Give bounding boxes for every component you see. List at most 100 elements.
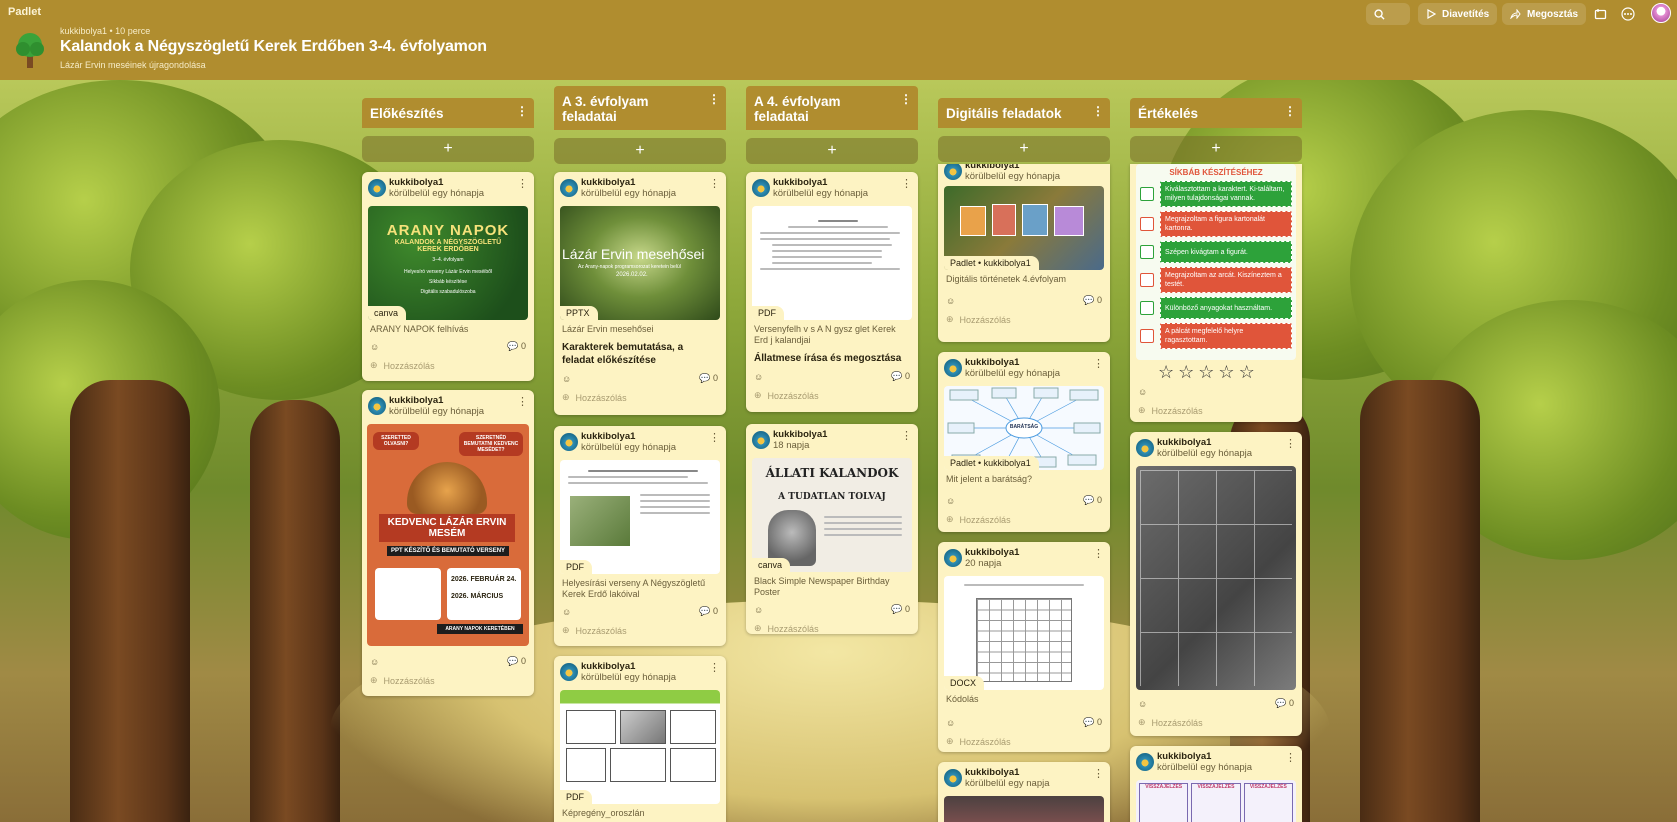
add-post-button[interactable]: + bbox=[554, 138, 726, 164]
add-comment-field[interactable]: ⊕ Hozzászólás bbox=[938, 306, 1110, 333]
add-post-button[interactable]: + bbox=[362, 136, 534, 162]
post-attachment-thumbnail[interactable]: ARANY NAPOK KALANDOK A NÉGYSZÖGLETŰ KERE… bbox=[368, 206, 528, 320]
post-image[interactable]: SÍKBÁB KÉSZÍTÉSÉHEZ Kiválasztottam a kar… bbox=[1136, 164, 1296, 360]
add-post-button[interactable]: + bbox=[938, 136, 1110, 162]
post-card[interactable]: kukkibolya1 körülbelül egy hónapja Padle… bbox=[938, 164, 1110, 342]
reaction-icon[interactable]: ☺ bbox=[754, 372, 763, 382]
post-menu-icon[interactable]: ⋮ bbox=[709, 431, 720, 444]
column-menu-icon[interactable]: ⋮ bbox=[1092, 104, 1104, 119]
post-card[interactable]: kukkibolya1 körülbelül egy napja ⋮ bbox=[938, 762, 1110, 822]
post-menu-icon[interactable]: ⋮ bbox=[709, 177, 720, 190]
post-card[interactable]: kukkibolya1 körülbelül egy hónapja ⋮ Láz… bbox=[554, 172, 726, 415]
remake-button[interactable] bbox=[1588, 3, 1612, 25]
star-icon[interactable]: ☆ bbox=[1239, 362, 1255, 383]
reaction-icon[interactable]: ☺ bbox=[562, 374, 571, 384]
post-card[interactable]: kukkibolya1 18 napja ⋮ ÁLLATI KALANDOK A… bbox=[746, 424, 918, 634]
comment-count[interactable]: 💬 0 bbox=[1275, 698, 1294, 709]
star-icon[interactable]: ☆ bbox=[1218, 362, 1234, 383]
comment-count[interactable]: 💬 0 bbox=[1083, 295, 1102, 306]
post-card[interactable]: SÍKBÁB KÉSZÍTÉSÉHEZ Kiválasztottam a kar… bbox=[1130, 164, 1302, 422]
post-card[interactable]: kukkibolya1 20 napja ⋮ DOCX Kódolás ☺ 💬 … bbox=[938, 542, 1110, 752]
reaction-icon[interactable]: ☺ bbox=[1138, 699, 1147, 709]
reaction-icon[interactable]: ☺ bbox=[946, 718, 955, 728]
post-attachment-thumbnail[interactable]: Lázár Ervin mesehősei Az Arany-napok pro… bbox=[560, 206, 720, 320]
share-button[interactable]: Megosztás bbox=[1502, 3, 1587, 25]
reaction-icon[interactable]: ☺ bbox=[1138, 387, 1147, 397]
post-image[interactable] bbox=[1136, 466, 1296, 690]
preview-panel bbox=[1022, 204, 1048, 236]
post-time: körülbelül egy hónapja bbox=[1157, 762, 1253, 773]
search-button[interactable] bbox=[1366, 3, 1410, 25]
post-card[interactable]: kukkibolya1 körülbelül egy hónapja ⋮ PDF… bbox=[746, 172, 918, 412]
star-icon[interactable]: ☆ bbox=[1198, 362, 1214, 383]
post-menu-icon[interactable]: ⋮ bbox=[1093, 547, 1104, 560]
post-card[interactable]: kukkibolya1 körülbelül egy hónapja ⋮ PDF… bbox=[554, 426, 726, 646]
add-comment-field[interactable]: ⊕ Hozzászólás bbox=[746, 382, 918, 409]
comment-count[interactable]: 💬 0 bbox=[891, 604, 910, 615]
add-comment-field[interactable]: ⊕ Hozzászólás bbox=[938, 728, 1110, 752]
post-menu-icon[interactable]: ⋮ bbox=[1285, 751, 1296, 764]
post-menu-icon[interactable]: ⋮ bbox=[517, 395, 528, 408]
comment-count[interactable]: 💬 0 bbox=[507, 656, 526, 667]
post-card[interactable]: kukkibolya1 körülbelül egy hónapja ⋮ ☺ 💬… bbox=[1130, 432, 1302, 736]
comment-count[interactable]: 💬 0 bbox=[699, 606, 718, 617]
post-menu-icon[interactable]: ⋮ bbox=[901, 429, 912, 442]
post-card[interactable]: kukkibolya1 körülbelül egy hónapja ⋮ ARA… bbox=[362, 172, 534, 381]
post-attachment-thumbnail[interactable]: PDF bbox=[752, 206, 912, 320]
comment-count[interactable]: 💬 0 bbox=[1083, 717, 1102, 728]
post-card[interactable]: kukkibolya1 körülbelül egy hónapja ⋮ BAR… bbox=[938, 352, 1110, 532]
add-comment-field[interactable]: ⊕ Hozzászólás bbox=[554, 384, 726, 411]
comment-count[interactable]: 💬 0 bbox=[1083, 495, 1102, 506]
post-attachment-thumbnail[interactable]: DOCX bbox=[944, 576, 1104, 690]
checklist-item: Megrajzoltam a figura kartonalát kartonr… bbox=[1140, 211, 1292, 237]
comment-count[interactable]: 💬 0 bbox=[699, 373, 718, 384]
post-card[interactable]: kukkibolya1 körülbelül egy hónapja ⋮ SZE… bbox=[362, 390, 534, 696]
padlet-logo[interactable]: Padlet bbox=[8, 6, 41, 18]
post-attachment-thumbnail[interactable]: ÁLLATI KALANDOK A TUDATLAN TOLVAJ canva bbox=[752, 458, 912, 572]
add-comment-field[interactable]: ⊕ Hozzászólás bbox=[938, 506, 1110, 532]
post-menu-icon[interactable]: ⋮ bbox=[1285, 437, 1296, 450]
comment-count[interactable]: 💬 0 bbox=[507, 341, 526, 352]
post-attachment-thumbnail[interactable]: PDF bbox=[560, 690, 720, 804]
slideshow-button[interactable]: Diavetítés bbox=[1418, 3, 1498, 25]
reaction-icon[interactable]: ☺ bbox=[370, 657, 379, 667]
post-card[interactable]: kukkibolya1 körülbelül egy hónapja ⋮ VIS… bbox=[1130, 746, 1302, 822]
column-menu-icon[interactable]: ⋮ bbox=[900, 92, 912, 107]
add-comment-field[interactable]: ⊕ Hozzászólás bbox=[1130, 397, 1302, 422]
reaction-icon[interactable]: ☺ bbox=[562, 607, 571, 617]
reaction-icon[interactable]: ☺ bbox=[946, 496, 955, 506]
add-post-button[interactable]: + bbox=[1130, 136, 1302, 162]
user-avatar[interactable] bbox=[1651, 3, 1671, 23]
column-menu-icon[interactable]: ⋮ bbox=[516, 104, 528, 119]
post-attachment-thumbnail[interactable]: Padlet • kukkibolya1 bbox=[944, 186, 1104, 270]
column-menu-icon[interactable]: ⋮ bbox=[1284, 104, 1296, 119]
star-rating[interactable]: ☆ ☆ ☆ ☆ ☆ bbox=[1130, 360, 1302, 383]
author-avatar bbox=[368, 179, 386, 197]
add-comment-field[interactable]: ⊕ Hozzászólás bbox=[746, 615, 918, 634]
reaction-icon[interactable]: ☺ bbox=[946, 296, 955, 306]
post-menu-icon[interactable]: ⋮ bbox=[1093, 767, 1104, 780]
add-comment-field[interactable]: ⊕ Hozzászólás bbox=[362, 667, 534, 694]
post-image[interactable]: SZERETTED OLVASNI? SZERETNÉD BEMUTATNI K… bbox=[367, 424, 529, 646]
comment-count-value: 0 bbox=[712, 373, 718, 383]
comment-count[interactable]: 💬 0 bbox=[891, 371, 910, 382]
post-menu-icon[interactable]: ⋮ bbox=[517, 177, 528, 190]
add-comment-field[interactable]: ⊕ Hozzászólás bbox=[362, 352, 534, 379]
column-menu-icon[interactable]: ⋮ bbox=[708, 92, 720, 107]
post-menu-icon[interactable]: ⋮ bbox=[709, 661, 720, 674]
reaction-icon[interactable]: ☺ bbox=[370, 342, 379, 352]
star-icon[interactable]: ☆ bbox=[1178, 362, 1194, 383]
post-menu-icon[interactable]: ⋮ bbox=[901, 177, 912, 190]
add-comment-field[interactable]: ⊕ Hozzászólás bbox=[1130, 709, 1302, 736]
reaction-icon[interactable]: ☺ bbox=[754, 605, 763, 615]
post-attachment-thumbnail[interactable]: BARÁTSÁG Padlet • kukkibolya1 bbox=[944, 386, 1104, 470]
more-button[interactable] bbox=[1616, 3, 1640, 25]
post-attachment-thumbnail[interactable]: PDF bbox=[560, 460, 720, 574]
star-icon[interactable]: ☆ bbox=[1158, 362, 1174, 383]
post-image[interactable] bbox=[944, 796, 1104, 822]
add-post-button[interactable]: + bbox=[746, 138, 918, 164]
add-comment-field[interactable]: ⊕ Hozzászólás bbox=[554, 617, 726, 644]
post-card[interactable]: kukkibolya1 körülbelül egy hónapja ⋮ PDF… bbox=[554, 656, 726, 822]
post-menu-icon[interactable]: ⋮ bbox=[1093, 357, 1104, 370]
post-image[interactable]: VISSZAJELZÉS VISSZAJELZÉS VISSZAJELZÉS bbox=[1136, 780, 1296, 822]
